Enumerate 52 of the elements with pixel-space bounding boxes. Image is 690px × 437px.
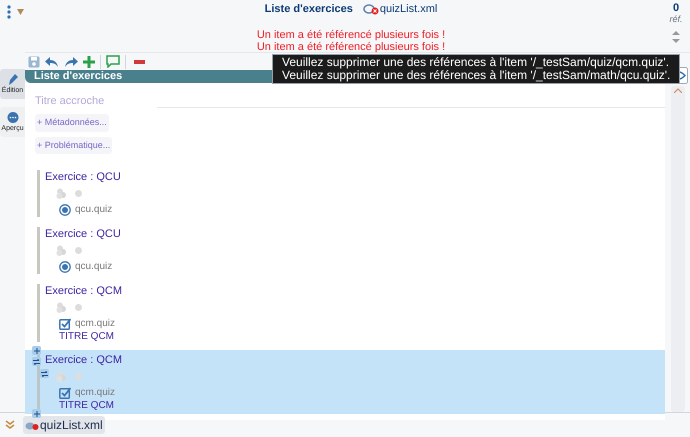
dropdown-icon[interactable]	[17, 9, 24, 15]
dot-icon	[75, 304, 82, 310]
error-message: Un item a été référencé plusieurs fois !	[256, 41, 446, 53]
exercise-row[interactable]: Exercice : QCU qcu.quiz	[25, 168, 665, 219]
radio-icon	[59, 204, 71, 216]
bubbles-icon	[56, 244, 67, 256]
quiz-file-name: qcm.quiz	[75, 317, 116, 331]
reference-label: réf.	[669, 14, 682, 25]
quiz-file-name: qcu.quiz	[75, 203, 112, 217]
quiz-file-name: qcu.quiz	[75, 260, 112, 274]
dot-icon	[75, 372, 82, 380]
exercise-title: Exercice : QCM	[45, 284, 124, 298]
exercise-title: Exercice : QCM	[45, 353, 124, 367]
bubbles-icon	[56, 370, 67, 382]
add-section-link[interactable]: + Métadonnées...	[35, 114, 109, 132]
exercise-subtitle: TITRE QCM	[58, 400, 115, 411]
redo-icon[interactable]	[64, 56, 78, 68]
menu-icon[interactable]	[7, 5, 11, 19]
dot-icon	[75, 246, 82, 254]
double-chevron-icon[interactable]	[5, 420, 15, 430]
exercise-title: Exercice : QCU	[45, 170, 122, 184]
insert-above-button[interactable]	[32, 346, 41, 355]
add-section-link[interactable]: + Problématique...	[35, 136, 112, 154]
file-tab[interactable]: quizList.xml	[23, 416, 105, 434]
move-button[interactable]	[32, 357, 41, 366]
checkbox-icon	[59, 318, 71, 330]
comment-icon[interactable]	[106, 55, 120, 68]
scrollbar[interactable]	[670, 86, 684, 412]
minus-icon[interactable]	[134, 60, 145, 64]
undo-icon[interactable]	[45, 56, 59, 68]
document-title: Liste d'exercices	[264, 2, 353, 17]
checkbox-icon	[59, 386, 71, 398]
insert-below-button[interactable]	[32, 409, 41, 418]
exercise-title: Exercice : QCU	[45, 227, 122, 241]
exercise-row[interactable]: Exercice : QCU qcu.quiz	[25, 225, 665, 276]
radio-icon	[59, 260, 71, 272]
sort-icon[interactable]	[672, 30, 680, 44]
bubbles-icon	[56, 302, 67, 312]
plus-icon[interactable]	[83, 56, 95, 68]
tooltip: Veuillez supprimer une des références à l'item '/_testSam/quiz/qcm.quiz'. Veuillez supprimer une des références à l'item '/_testSam/math/qcu.quiz'.	[272, 54, 680, 84]
reference-count: 0	[672, 2, 680, 14]
chat-bubble-icon	[6, 112, 18, 124]
bubbles-icon	[56, 188, 67, 198]
quiz-file-name: qcm.quiz	[75, 386, 116, 400]
swap-button[interactable]	[40, 369, 49, 378]
exercise-subtitle: TITRE QCM	[58, 331, 115, 342]
error-message: Un item a été référencé plusieurs fois !	[256, 29, 446, 41]
exercise-row[interactable]: Exercice : QCM qcm.quiz TITRE QCM	[25, 282, 665, 344]
pen-icon	[6, 73, 18, 86]
scroll-up-icon[interactable]	[674, 88, 682, 93]
file-name: quizList.xml	[380, 2, 438, 17]
dot-icon	[75, 190, 82, 196]
